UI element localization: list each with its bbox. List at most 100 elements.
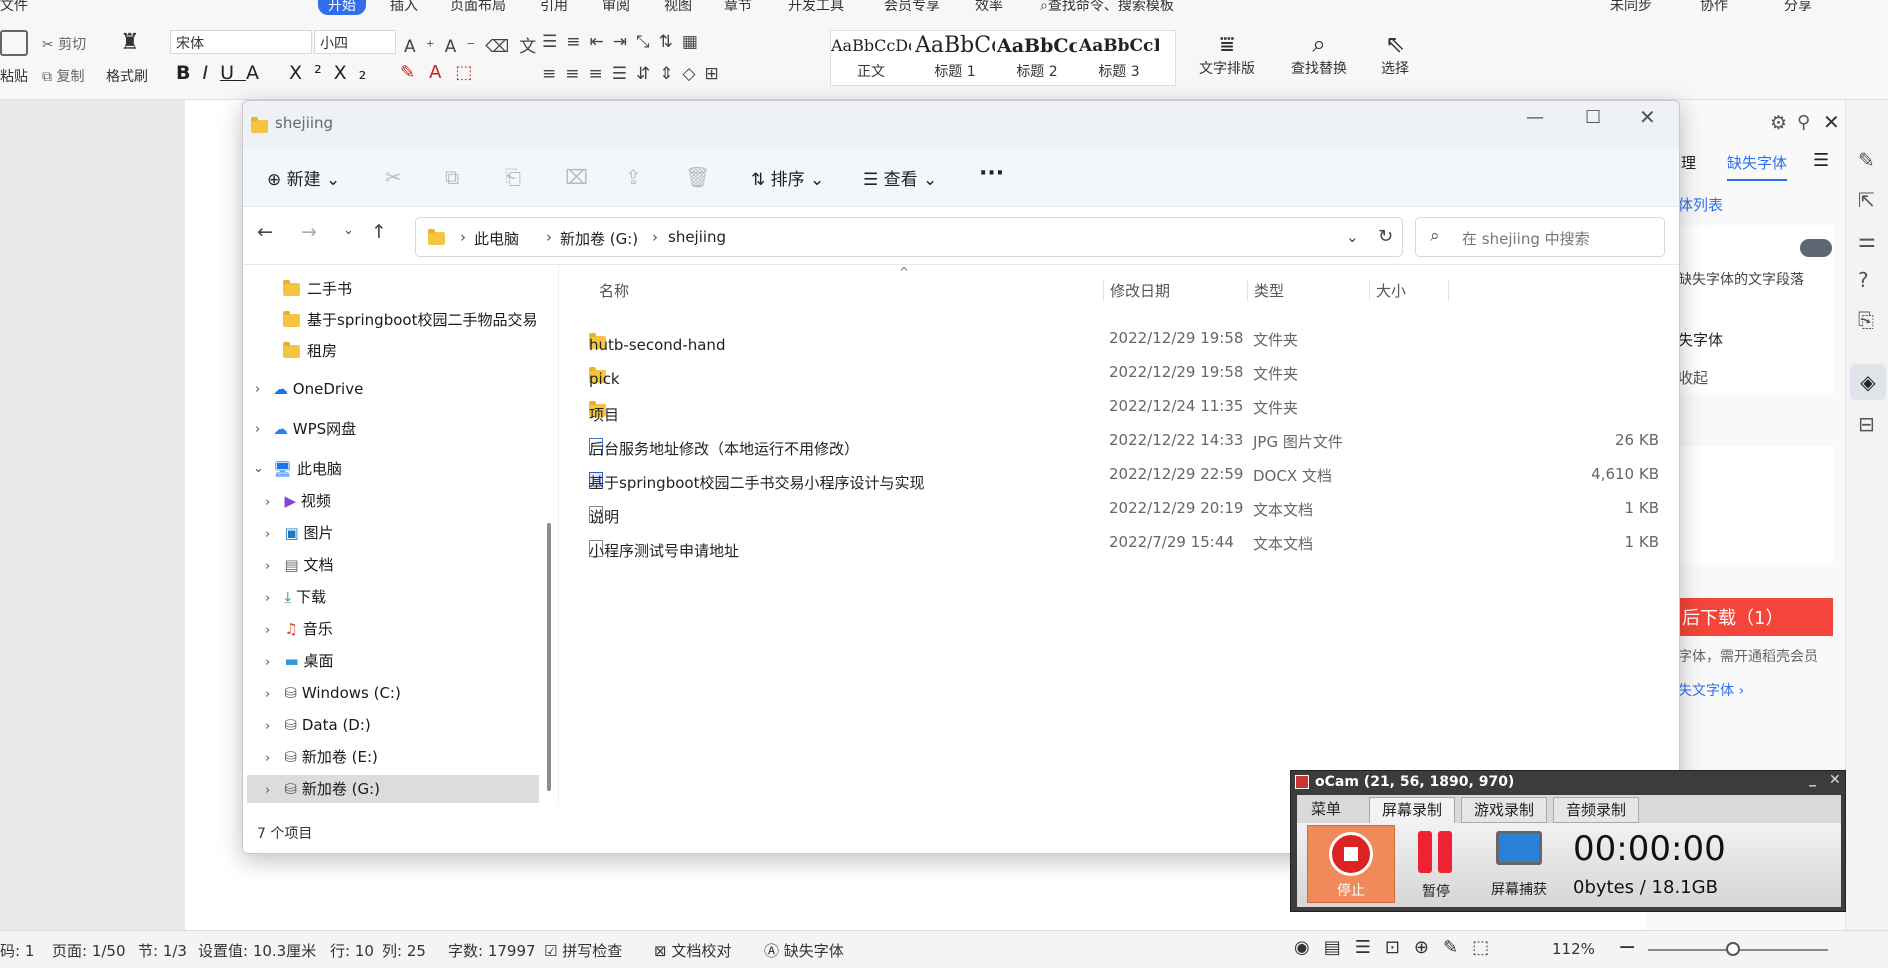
share-button[interactable]: 分享 — [1784, 0, 1812, 15]
capture-button[interactable]: 屏幕捕获 — [1477, 825, 1561, 903]
nav-music[interactable]: › ♫ 音乐 — [265, 615, 333, 643]
view-button[interactable]: ☰ 查看 ⌄ — [863, 165, 937, 190]
breadcrumb-drive[interactable]: 新加卷 (G:) — [560, 228, 638, 249]
proofread-button[interactable]: ⊠ 文档校对 — [654, 940, 731, 961]
cut-icon[interactable]: ✂ — [385, 165, 402, 189]
nav-documents[interactable]: › ▤ 文档 — [265, 551, 334, 579]
font-link[interactable]: 失文字体 › — [1678, 680, 1744, 700]
table-row[interactable]: 小程序测试号申请地址 2022/7/29 15:44 文本文档 1 KB — [579, 526, 1669, 560]
minimize-icon[interactable]: — — [1526, 107, 1544, 128]
panel-tab-manage[interactable]: 理 — [1681, 152, 1696, 173]
forward-arrow-icon[interactable]: → — [301, 221, 317, 243]
menu-file[interactable]: 文件 — [0, 0, 28, 15]
download-button[interactable]: 后下载（1） — [1678, 598, 1833, 636]
status-page[interactable]: 页面: 1/50 — [52, 940, 126, 961]
view-modes[interactable]: ◉▤☰⊡⊕✎⬚ — [1294, 937, 1503, 958]
find-replace-button[interactable]: ⌕ 查找替换 — [1282, 30, 1356, 78]
maximize-icon[interactable]: ☐ — [1585, 107, 1601, 128]
nav-drive-e[interactable]: › ⛁ 新加卷 (E:) — [265, 743, 378, 771]
style-normal[interactable]: AaBbCcDd 正文 — [831, 31, 911, 85]
menu-icon[interactable]: ☰ — [1813, 150, 1829, 171]
nav-drive-g[interactable]: › ⛁ 新加卷 (G:) — [247, 775, 539, 803]
table-row[interactable]: 项目 2022/12/24 11:35 文件夹 — [579, 390, 1669, 424]
zoom-value[interactable]: 112% — [1552, 940, 1595, 958]
sliders-icon[interactable]: ⚌ — [1858, 228, 1876, 252]
menu-efficiency[interactable]: 效率 — [975, 0, 1003, 15]
nav-wps-drive[interactable]: ☁ WPS网盘 — [273, 415, 356, 443]
collapse-link[interactable]: 收起 — [1678, 367, 1708, 388]
font-tool-icon[interactable]: ◈ — [1850, 364, 1886, 400]
more-options[interactable]: ··· — [979, 161, 1004, 186]
stop-button[interactable]: 停止 — [1307, 825, 1395, 903]
style-heading-3[interactable]: AaBbCcDd标题 3 — [1079, 31, 1159, 85]
expand-chevron-icon[interactable]: › — [255, 422, 260, 437]
book-icon[interactable]: ⊟ — [1858, 412, 1875, 436]
font-family-select[interactable]: 宋体 — [170, 30, 312, 54]
history-chevron-icon[interactable]: ⌄ — [343, 223, 354, 238]
collab-button[interactable]: 协作 — [1700, 0, 1728, 15]
command-search[interactable]: ⌕查找命令、搜索模板 — [1040, 0, 1174, 15]
font-size-select[interactable]: 小四 — [314, 30, 396, 54]
select-button[interactable]: ⇖ 选择 — [1370, 30, 1420, 78]
menu-chapter[interactable]: 章节 — [724, 0, 752, 15]
tab-screen-record[interactable]: 屏幕录制 — [1369, 797, 1456, 823]
spell-check-button[interactable]: ☑ 拼写检查 — [544, 940, 622, 961]
nav-this-pc[interactable]: 🖥 此电脑 — [273, 455, 342, 483]
expand-chevron-icon[interactable]: › — [255, 382, 260, 397]
table-row[interactable]: 后台服务地址修改（本地运行不用修改） 2022/12/22 14:33 JPG 图片… — [579, 424, 1669, 458]
format-row[interactable]: BIUA X²X₂ — [176, 62, 378, 84]
address-bar[interactable]: › 此电脑 › 新加卷 (G:) › shejiing ⌄ ↻ — [415, 217, 1403, 257]
cursor-icon[interactable]: ⇱ — [1858, 188, 1875, 212]
column-size[interactable]: 大小 — [1369, 280, 1449, 301]
paragraph-row-1[interactable]: ☰≡⇤⇥⤡⇅▦ — [542, 32, 707, 52]
table-row[interactable]: pick 2022/12/29 19:58 文件夹 — [579, 356, 1669, 390]
paste-label[interactable]: 粘贴 — [0, 66, 28, 86]
menu-dev[interactable]: 开发工具 — [788, 0, 844, 15]
menu-view[interactable]: 视图 — [664, 0, 692, 15]
status-word-count[interactable]: 字数: 17997 — [448, 940, 536, 961]
nav-drive-c[interactable]: › ⛁ Windows (C:) — [265, 679, 401, 707]
table-row[interactable]: hutb-second-hand 2022/12/29 19:58 文件夹 — [579, 322, 1669, 356]
nav-drive-d[interactable]: › ⛁ Data (D:) — [265, 711, 371, 739]
menu-reference[interactable]: 引用 — [540, 0, 568, 15]
zoom-out-icon[interactable]: − — [1618, 935, 1636, 960]
paste-icon[interactable]: ⎗ — [505, 165, 521, 189]
zoom-thumb[interactable] — [1726, 942, 1740, 956]
menu-layout[interactable]: 页面布局 — [450, 0, 506, 15]
pin-icon[interactable]: ⚲ — [1797, 112, 1810, 133]
nav-desktop[interactable]: › ▬ 桌面 — [265, 647, 334, 675]
close-window-icon[interactable]: ✕ — [1639, 105, 1656, 129]
text-layout-button[interactable]: ⩸ 文字排版 — [1190, 30, 1264, 78]
font-tools-row[interactable]: A⁺A⁻⌫文 — [404, 32, 546, 57]
missing-font-button[interactable]: Ⓐ 缺失字体 — [764, 940, 844, 961]
format-painter-label[interactable]: 格式刷 — [106, 66, 148, 86]
search-box[interactable]: ⌕ 在 shejiing 中搜索 — [1415, 217, 1665, 257]
font-list-link[interactable]: 体列表 — [1678, 194, 1723, 215]
copy-icon[interactable]: ⧉ — [445, 165, 459, 189]
pause-button[interactable]: 暂停 — [1401, 825, 1471, 903]
menu-member[interactable]: 会员专享 — [884, 0, 940, 15]
style-heading-2[interactable]: AaBbCcI标题 2 — [997, 31, 1077, 85]
panel-tab-missing-font[interactable]: 缺失字体 — [1727, 152, 1788, 181]
close-icon[interactable]: ✕ — [1829, 772, 1841, 788]
sync-status[interactable]: 未同步 — [1610, 0, 1652, 15]
menu-insert[interactable]: 插入 — [390, 0, 418, 15]
menu-review[interactable]: 审阅 — [602, 0, 630, 15]
table-row[interactable]: 基于springboot校园二手书交易小程序设计与实现 2022/12/29 22… — [579, 458, 1669, 492]
nav-downloads[interactable]: › ⤓ 下载 — [265, 583, 326, 611]
gear-icon[interactable]: ⚙ — [1770, 112, 1787, 134]
tab-menu[interactable]: 菜单 — [1299, 797, 1353, 823]
back-arrow-icon[interactable]: ← — [257, 221, 273, 243]
pen-icon[interactable]: ✎ — [1858, 148, 1875, 172]
tab-audio-record[interactable]: 音频录制 — [1553, 797, 1640, 823]
menu-home[interactable]: 开始 — [318, 0, 366, 15]
close-icon[interactable]: ✕ — [1823, 110, 1840, 134]
nav-folder-springboot[interactable]: 基于springboot校园二手物品交易 — [283, 306, 537, 334]
help-icon[interactable]: ? — [1858, 268, 1869, 292]
delete-icon[interactable]: 🗑 — [685, 165, 710, 189]
column-date[interactable]: 修改日期 — [1103, 280, 1170, 301]
breadcrumb-folder[interactable]: shejiing — [668, 228, 726, 246]
nav-onedrive[interactable]: ☁ OneDrive — [273, 375, 363, 403]
style-heading-1[interactable]: AaBbCc 标题 1 — [915, 31, 995, 85]
table-row[interactable]: 说明 2022/12/29 20:19 文本文档 1 KB — [579, 492, 1669, 526]
